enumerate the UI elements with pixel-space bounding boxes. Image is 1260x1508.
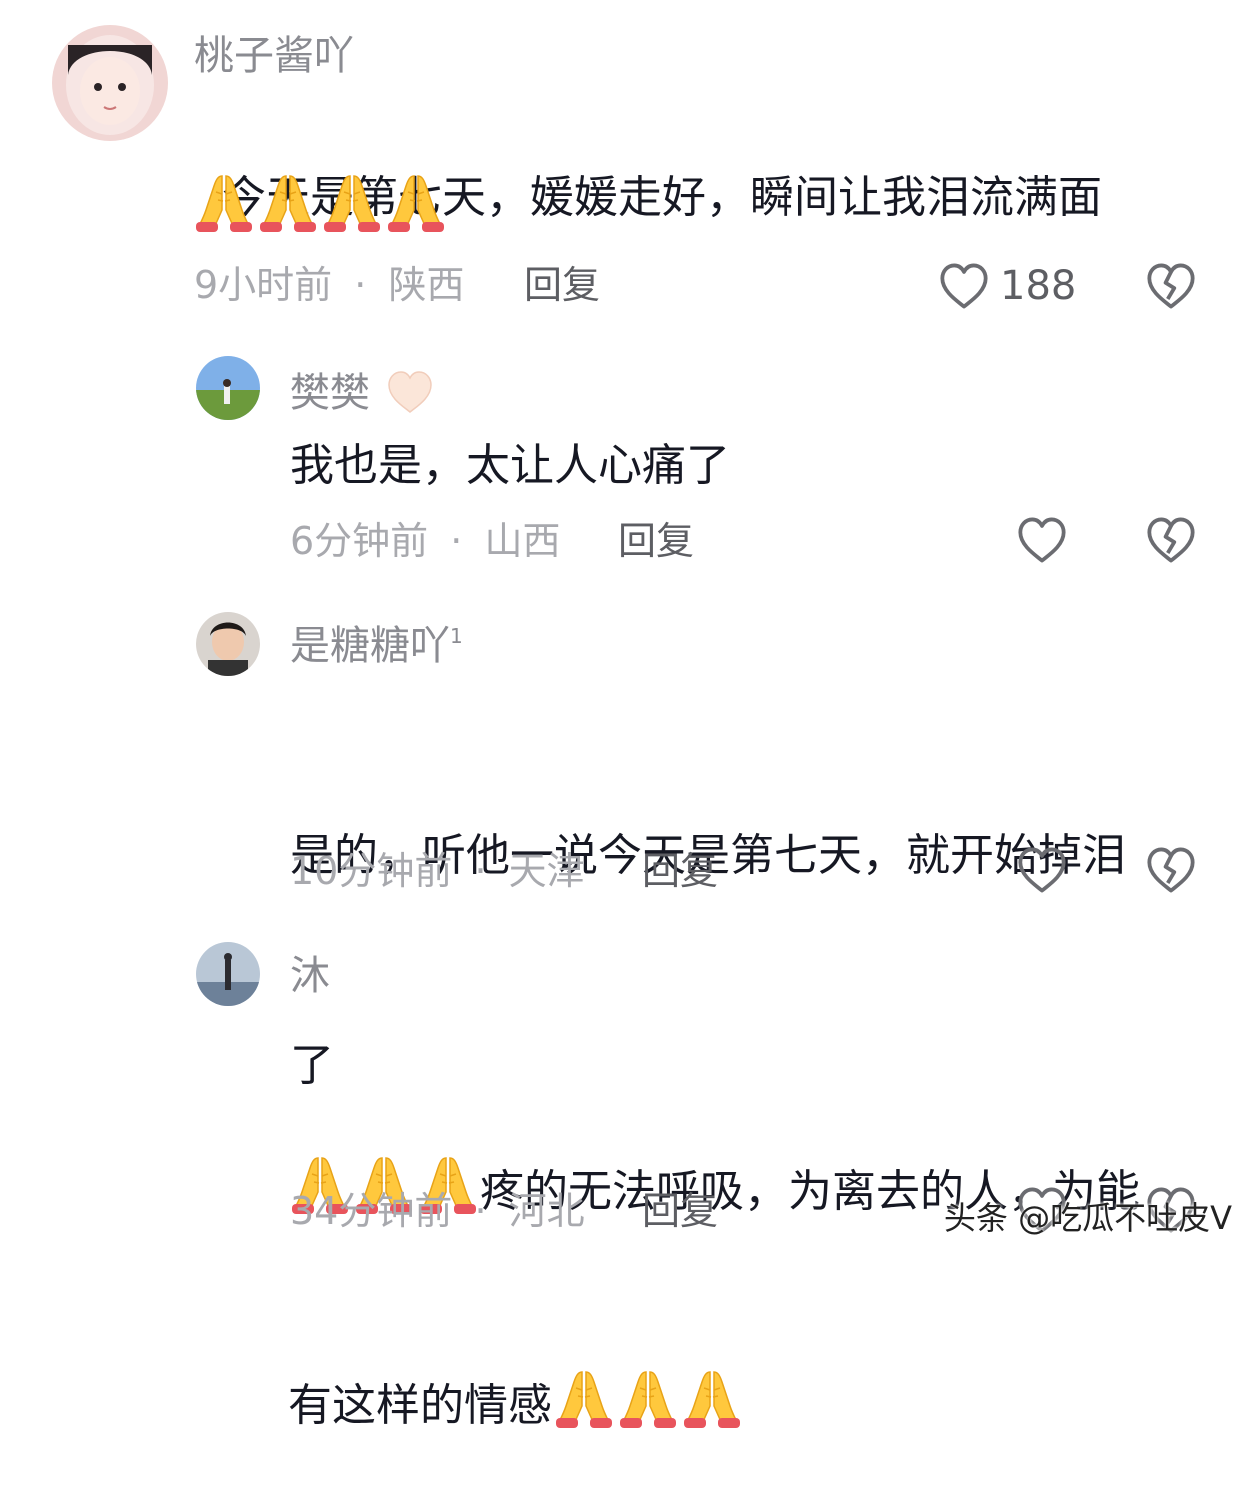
username[interactable]: 是糖糖吖1 <box>290 626 463 666</box>
white-heart-emoji <box>387 371 432 413</box>
comment-meta: 6分钟前 · 山西 <box>290 522 560 560</box>
avatar[interactable] <box>52 25 168 141</box>
avatar[interactable] <box>196 356 260 420</box>
separator: · <box>474 1189 487 1233</box>
comment-meta: 34分钟前 · 河北 <box>290 1192 585 1230</box>
folded-hands-emoji <box>384 170 448 234</box>
broken-heart-icon[interactable] <box>1145 846 1197 894</box>
folded-hands-emoji <box>616 1366 680 1430</box>
separator: · <box>450 519 463 563</box>
reply-button[interactable]: 回复 <box>642 1192 718 1230</box>
reply-button[interactable]: 回复 <box>642 852 718 890</box>
avatar[interactable] <box>196 942 260 1006</box>
username-text: 是糖糖吖 <box>290 623 450 669</box>
comment-meta: 9小时前 · 陕西 <box>194 266 464 304</box>
comment-location: 陕西 <box>388 263 465 307</box>
broken-heart-icon[interactable] <box>1145 516 1197 564</box>
comment-text-part: 有这样的情感 <box>288 1380 552 1431</box>
folded-hands-emoji <box>680 1366 744 1430</box>
heart-outline-icon <box>938 262 990 310</box>
username[interactable]: 樊樊 <box>290 370 435 414</box>
folded-hands-emoji <box>320 170 384 234</box>
folded-hands-emoji <box>192 170 256 234</box>
comment-meta: 10分钟前 · 天津 <box>290 852 585 890</box>
separator: · <box>354 263 367 307</box>
username-superscript: 1 <box>450 624 463 648</box>
watermark: 头条 @吃瓜不吐皮V <box>943 1199 1232 1237</box>
heart-outline-icon[interactable] <box>1016 516 1068 564</box>
emoji-row <box>192 170 448 234</box>
comment-time: 9小时前 <box>194 263 333 307</box>
comment-text: 我也是，太让人心痛了 <box>290 440 730 491</box>
comment-location: 河北 <box>508 1189 585 1233</box>
like-button[interactable]: 188 <box>938 262 1076 310</box>
username-text: 樊樊 <box>290 370 370 416</box>
comment-time: 6分钟前 <box>290 519 429 563</box>
broken-heart-icon[interactable] <box>1145 262 1197 310</box>
comment-text-line: 有这样的情感 <box>288 1366 1228 1440</box>
heart-outline-icon[interactable] <box>1016 846 1068 894</box>
comment-text: 疼的无法呼吸，为离去的人，为能 有这样的情感 <box>288 1016 1228 1508</box>
folded-hands-emoji <box>256 170 320 234</box>
comment-location: 山西 <box>484 519 561 563</box>
like-count: 188 <box>1000 263 1077 309</box>
reply-button[interactable]: 回复 <box>618 522 694 560</box>
folded-hands-emoji <box>552 1366 616 1430</box>
comment-location: 天津 <box>508 849 585 893</box>
comment-time: 10分钟前 <box>290 849 453 893</box>
avatar[interactable] <box>196 612 260 676</box>
separator: · <box>474 849 487 893</box>
username[interactable]: 沐 <box>290 956 330 996</box>
comment-time: 34分钟前 <box>290 1189 453 1233</box>
reply-button[interactable]: 回复 <box>524 266 600 304</box>
username[interactable]: 桃子酱吖 <box>194 36 354 76</box>
